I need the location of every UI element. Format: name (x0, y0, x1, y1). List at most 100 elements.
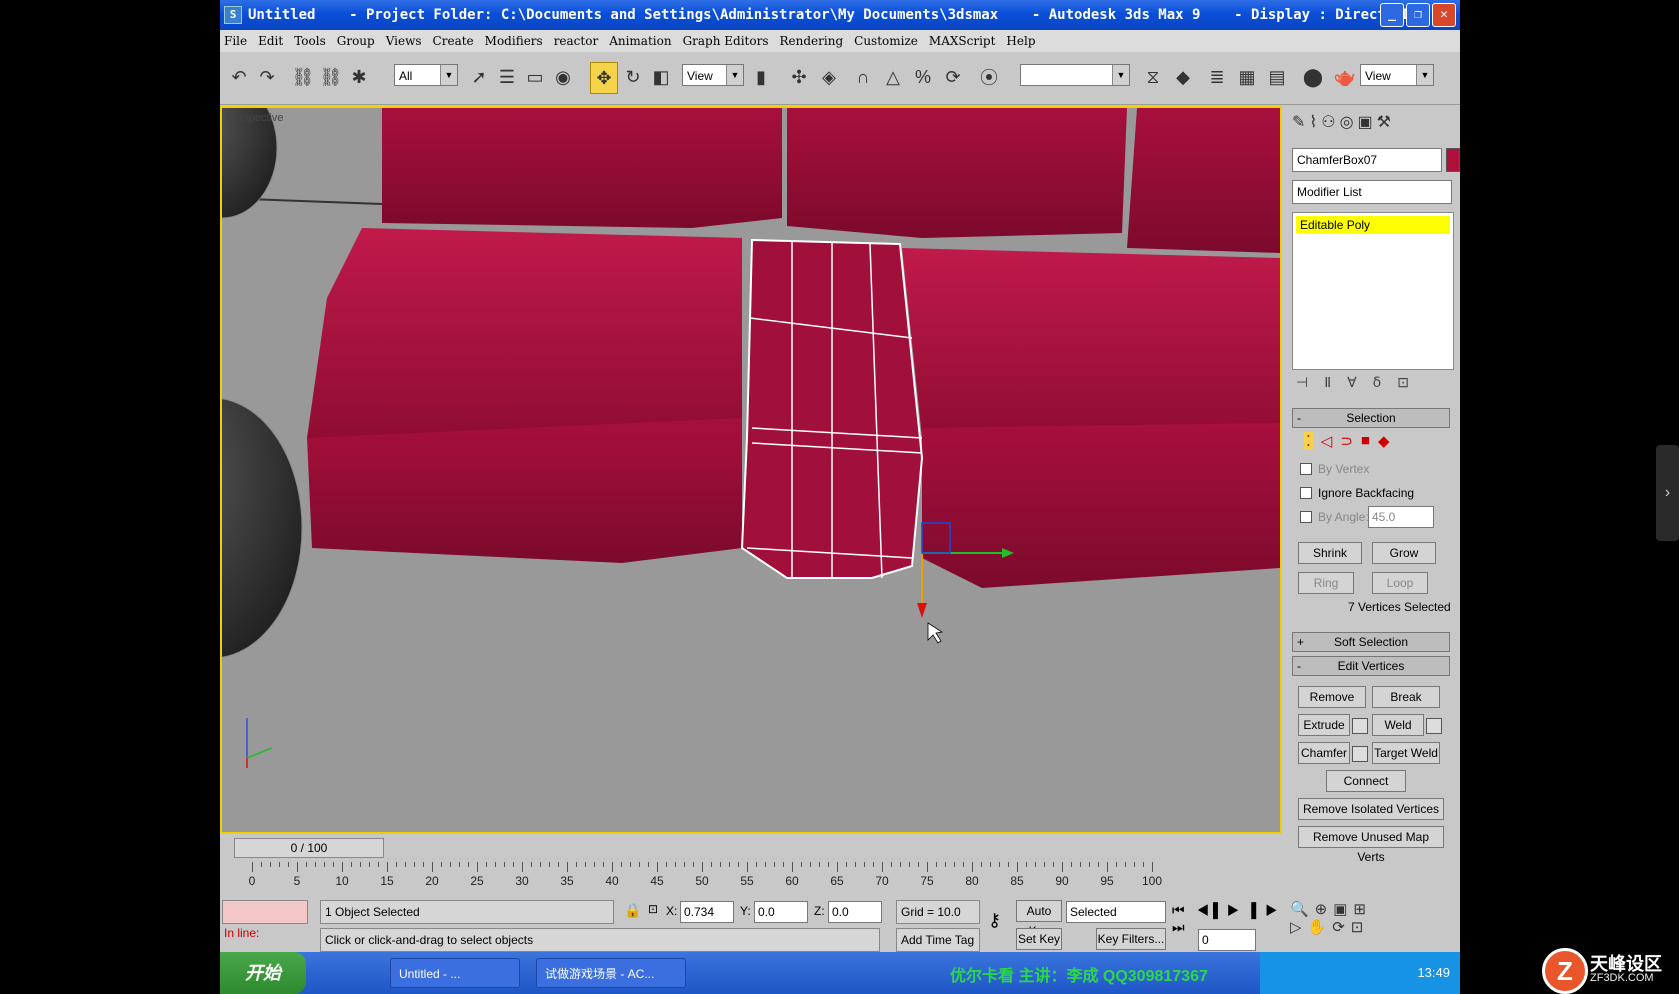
target-weld-button[interactable]: Target Weld (1372, 742, 1440, 764)
minimize-button[interactable]: _ (1380, 3, 1404, 27)
utilities-tab-icon[interactable]: ⚒ (1377, 112, 1391, 140)
taskbar-item-untitled[interactable]: Untitled - ... (390, 958, 520, 988)
polygon-subobject-icon[interactable]: ■ (1361, 432, 1370, 450)
unlink-icon[interactable]: ⛓ (318, 62, 344, 92)
restore-button[interactable]: ❐ (1406, 3, 1430, 27)
select-link-icon[interactable]: ⛓ (290, 62, 316, 92)
3ds-max-icon[interactable]: S (224, 6, 242, 24)
element-subobject-icon[interactable]: ◆ (1378, 432, 1390, 450)
show-end-result-icon[interactable]: Ⅱ (1324, 374, 1331, 391)
taskbar-item-scene[interactable]: 试做游戏场景 - AC... (536, 958, 686, 988)
layer-manager-icon[interactable]: ≣ (1204, 62, 1230, 92)
border-subobject-icon[interactable]: ⊃ (1340, 432, 1353, 450)
current-frame-input[interactable]: 0 (1198, 929, 1256, 951)
viewport-label[interactable]: Perspective (226, 112, 283, 124)
curve-editor-icon[interactable]: ▦ (1234, 62, 1260, 92)
select-by-name-icon[interactable]: ☰ (494, 62, 520, 92)
key-icon[interactable]: ⚷ (988, 910, 1001, 931)
menu-views[interactable]: Views (386, 34, 422, 48)
side-next-arrow-icon[interactable]: › (1656, 445, 1679, 541)
ignore-backfacing-checkbox[interactable]: Ignore Backfacing (1300, 486, 1414, 500)
selection-rollout-header[interactable]: - Selection (1292, 408, 1450, 428)
ring-button[interactable]: Ring (1298, 572, 1354, 594)
close-button[interactable]: ✕ (1432, 3, 1456, 27)
select-and-rotate-icon[interactable]: ↻ (620, 62, 646, 92)
redo-icon[interactable]: ↷ (254, 62, 280, 92)
menu-maxscript[interactable]: MAXScript (929, 34, 996, 48)
select-and-scale-icon[interactable]: ◧ (648, 62, 674, 92)
set-key-button[interactable]: Set Key (1016, 928, 1062, 950)
remove-unused-map-verts-button[interactable]: Remove Unused Map Verts (1298, 826, 1444, 864)
remove-isolated-vertices-button[interactable]: Remove Isolated Vertices (1298, 798, 1444, 820)
edge-subobject-icon[interactable]: ◁ (1321, 432, 1333, 450)
display-tab-icon[interactable]: ▣ (1358, 112, 1373, 140)
edit-vertices-rollout-header[interactable]: - Edit Vertices (1292, 656, 1450, 676)
selection-filter-dropdown[interactable]: All ▼ (394, 64, 458, 86)
menu-group[interactable]: Group (337, 34, 375, 48)
weld-button[interactable]: Weld (1372, 714, 1424, 736)
z-coordinate-input[interactable]: 0.0 (828, 901, 882, 923)
material-editor-icon[interactable]: ⬤ (1300, 62, 1326, 92)
menu-animation[interactable]: Animation (609, 34, 671, 48)
reference-coord-dropdown[interactable]: View ▼ (682, 64, 744, 86)
schematic-view-icon[interactable]: ▤ (1264, 62, 1290, 92)
lock-selection-icon[interactable]: 🔒 (624, 902, 641, 919)
shrink-button[interactable]: Shrink (1298, 542, 1362, 564)
by-vertex-checkbox[interactable]: By Vertex (1300, 462, 1369, 476)
select-object-icon[interactable]: ➚ (466, 62, 492, 92)
menu-rendering[interactable]: Rendering (780, 34, 844, 48)
modifier-list-dropdown[interactable]: Modifier List (1292, 180, 1452, 204)
menu-customize[interactable]: Customize (854, 34, 918, 48)
undo-icon[interactable]: ↶ (226, 62, 252, 92)
spinner-snap-icon[interactable]: ⟳ (940, 62, 966, 92)
named-selection-dropdown[interactable]: ▼ (1020, 64, 1130, 86)
time-slider[interactable]: 0 / 100 (234, 838, 384, 858)
start-button[interactable]: 开始 (220, 952, 306, 994)
percent-snap-icon[interactable]: % (910, 62, 936, 92)
render-view-dropdown[interactable]: View ▼ (1360, 64, 1434, 86)
grow-button[interactable]: Grow (1372, 542, 1436, 564)
pin-stack-icon[interactable]: ⊣ (1296, 374, 1308, 391)
menu-tools[interactable]: Tools (294, 34, 326, 48)
pivot-center-icon[interactable]: ▮ (748, 62, 774, 92)
select-and-move-icon[interactable]: ✥ (590, 62, 618, 94)
connect-button[interactable]: Connect (1326, 770, 1406, 792)
configure-modifier-sets-icon[interactable]: ⊡ (1397, 374, 1409, 391)
extrude-button[interactable]: Extrude (1298, 714, 1350, 736)
snaps-toggle-icon[interactable]: ∩ (850, 62, 876, 92)
key-filters-button[interactable]: Key Filters... (1096, 928, 1166, 950)
x-coordinate-input[interactable]: 0.734 (680, 901, 734, 923)
edit-named-selection-icon[interactable]: ⦿ (976, 62, 1002, 92)
loop-button[interactable]: Loop (1372, 572, 1428, 594)
menu-edit[interactable]: Edit (258, 34, 283, 48)
track-bar[interactable]: 0 5 10 15 20 25 30 35 40 45 50 55 60 65 70 75 80 85 90 95 10… (240, 862, 1240, 890)
perspective-viewport[interactable]: Perspective (220, 106, 1282, 834)
mirror-icon[interactable]: ⧖ (1140, 62, 1166, 92)
maxscript-listener-mini[interactable] (222, 900, 308, 924)
menu-create[interactable]: Create (433, 34, 474, 48)
hierarchy-tab-icon[interactable]: ⚇ (1321, 112, 1335, 140)
absolute-mode-icon[interactable]: ⊡ (648, 902, 658, 916)
select-manipulate-icon[interactable]: ✣ (786, 62, 812, 92)
bind-space-warp-icon[interactable]: ✱ (346, 62, 372, 92)
key-mode-dropdown[interactable]: Selected (1066, 901, 1166, 923)
soft-selection-rollout-header[interactable]: + Soft Selection (1292, 632, 1450, 652)
auto-key-button[interactable]: Auto Key (1016, 900, 1062, 938)
align-icon[interactable]: ◆ (1170, 62, 1196, 92)
chamfer-button[interactable]: Chamfer (1298, 742, 1350, 764)
viewport-navigation-controls[interactable]: 🔍⊕▣⊞ ▷✋⟳⊡ (1290, 900, 1460, 952)
window-crossing-icon[interactable]: ◉ (550, 62, 576, 92)
make-unique-icon[interactable]: ∀ (1347, 374, 1357, 391)
vertex-subobject-icon[interactable]: ⁚ (1304, 432, 1313, 450)
object-name-input[interactable]: ChamferBox07 (1292, 148, 1442, 172)
add-time-tag-button[interactable]: Add Time Tag (896, 928, 980, 952)
menu-modifiers[interactable]: Modifiers (485, 34, 543, 48)
y-coordinate-input[interactable]: 0.0 (754, 901, 808, 923)
menu-file[interactable]: File (224, 34, 247, 48)
stack-item-editable-poly[interactable]: Editable Poly (1296, 216, 1450, 234)
weld-settings-icon[interactable] (1426, 718, 1442, 734)
angle-snap-icon[interactable]: △ (880, 62, 906, 92)
render-scene-icon[interactable]: 🫖 (1332, 62, 1358, 92)
modify-tab-icon[interactable]: ⌇ (1309, 112, 1317, 140)
angle-value-input[interactable]: 45.0 (1368, 506, 1434, 528)
